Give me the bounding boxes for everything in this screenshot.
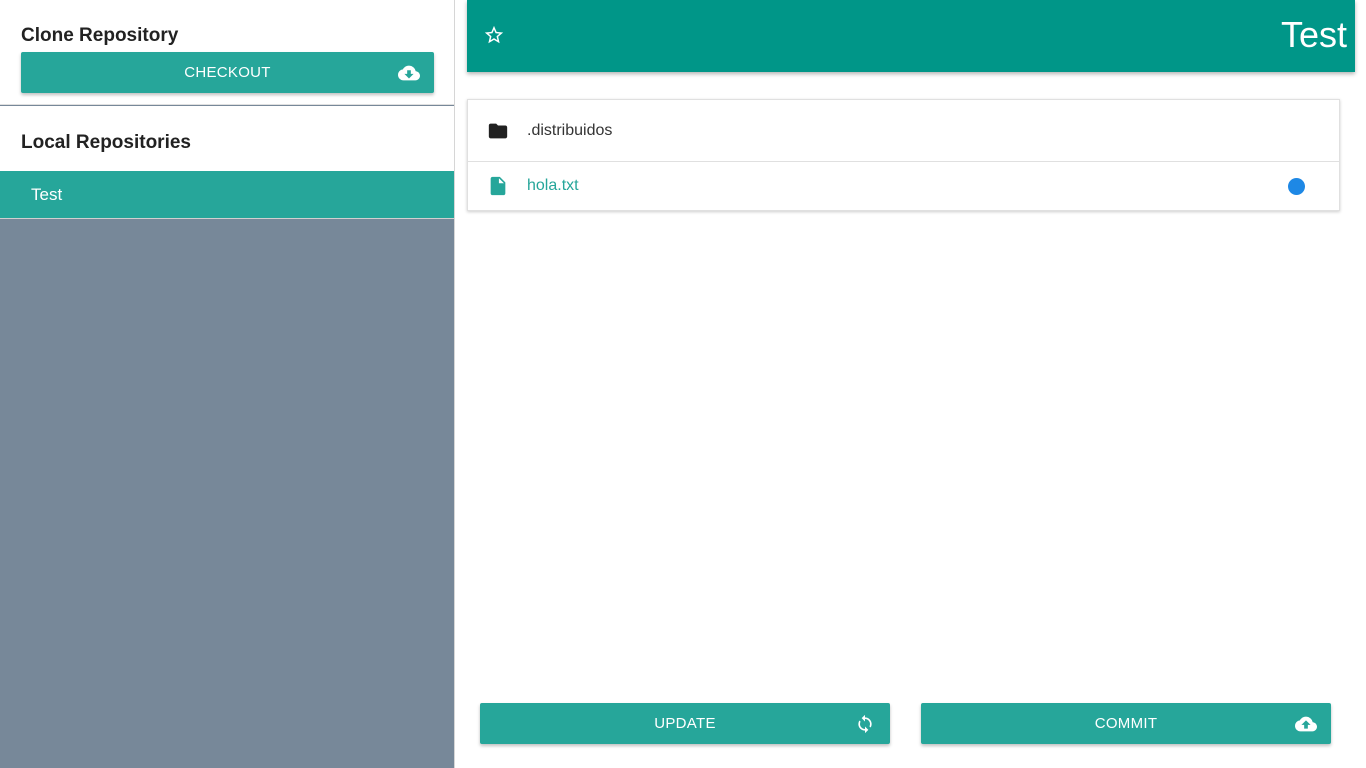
file-icon: [487, 175, 509, 197]
folder-icon: [487, 120, 509, 142]
clone-repository-heading: Clone Repository: [21, 25, 179, 46]
repository-item-label: Test: [31, 184, 63, 204]
local-repositories-heading: Local Repositories: [21, 132, 191, 153]
repository-item-test[interactable]: Test: [0, 171, 454, 219]
modified-status-dot: [1288, 177, 1305, 195]
cloud-download-icon: [398, 62, 420, 84]
star-outline-icon[interactable]: [483, 24, 505, 46]
main-panel: Test .distribuidos hola.txt UPDATE COMMI…: [455, 0, 1366, 768]
app-bar: Test: [467, 0, 1355, 72]
commit-button[interactable]: COMMIT: [921, 703, 1331, 744]
checkout-label: CHECKOUT: [184, 64, 271, 81]
file-name: hola.txt: [527, 177, 579, 194]
sidebar: Clone Repository CHECKOUT Local Reposito…: [0, 0, 455, 768]
cloud-upload-icon: [1295, 713, 1317, 735]
list-item[interactable]: hola.txt: [468, 162, 1339, 210]
file-list: .distribuidos hola.txt: [467, 99, 1340, 211]
commit-label: COMMIT: [1094, 715, 1158, 732]
folder-name: .distribuidos: [527, 121, 613, 139]
list-item[interactable]: .distribuidos: [468, 100, 1339, 162]
local-repositories-section: Local Repositories: [0, 106, 454, 171]
sync-icon: [854, 713, 876, 735]
update-label: UPDATE: [654, 715, 716, 732]
update-button[interactable]: UPDATE: [480, 703, 890, 744]
page-title: Test: [1280, 14, 1347, 55]
clone-section: Clone Repository CHECKOUT: [0, 0, 454, 105]
checkout-button[interactable]: CHECKOUT: [21, 52, 434, 93]
